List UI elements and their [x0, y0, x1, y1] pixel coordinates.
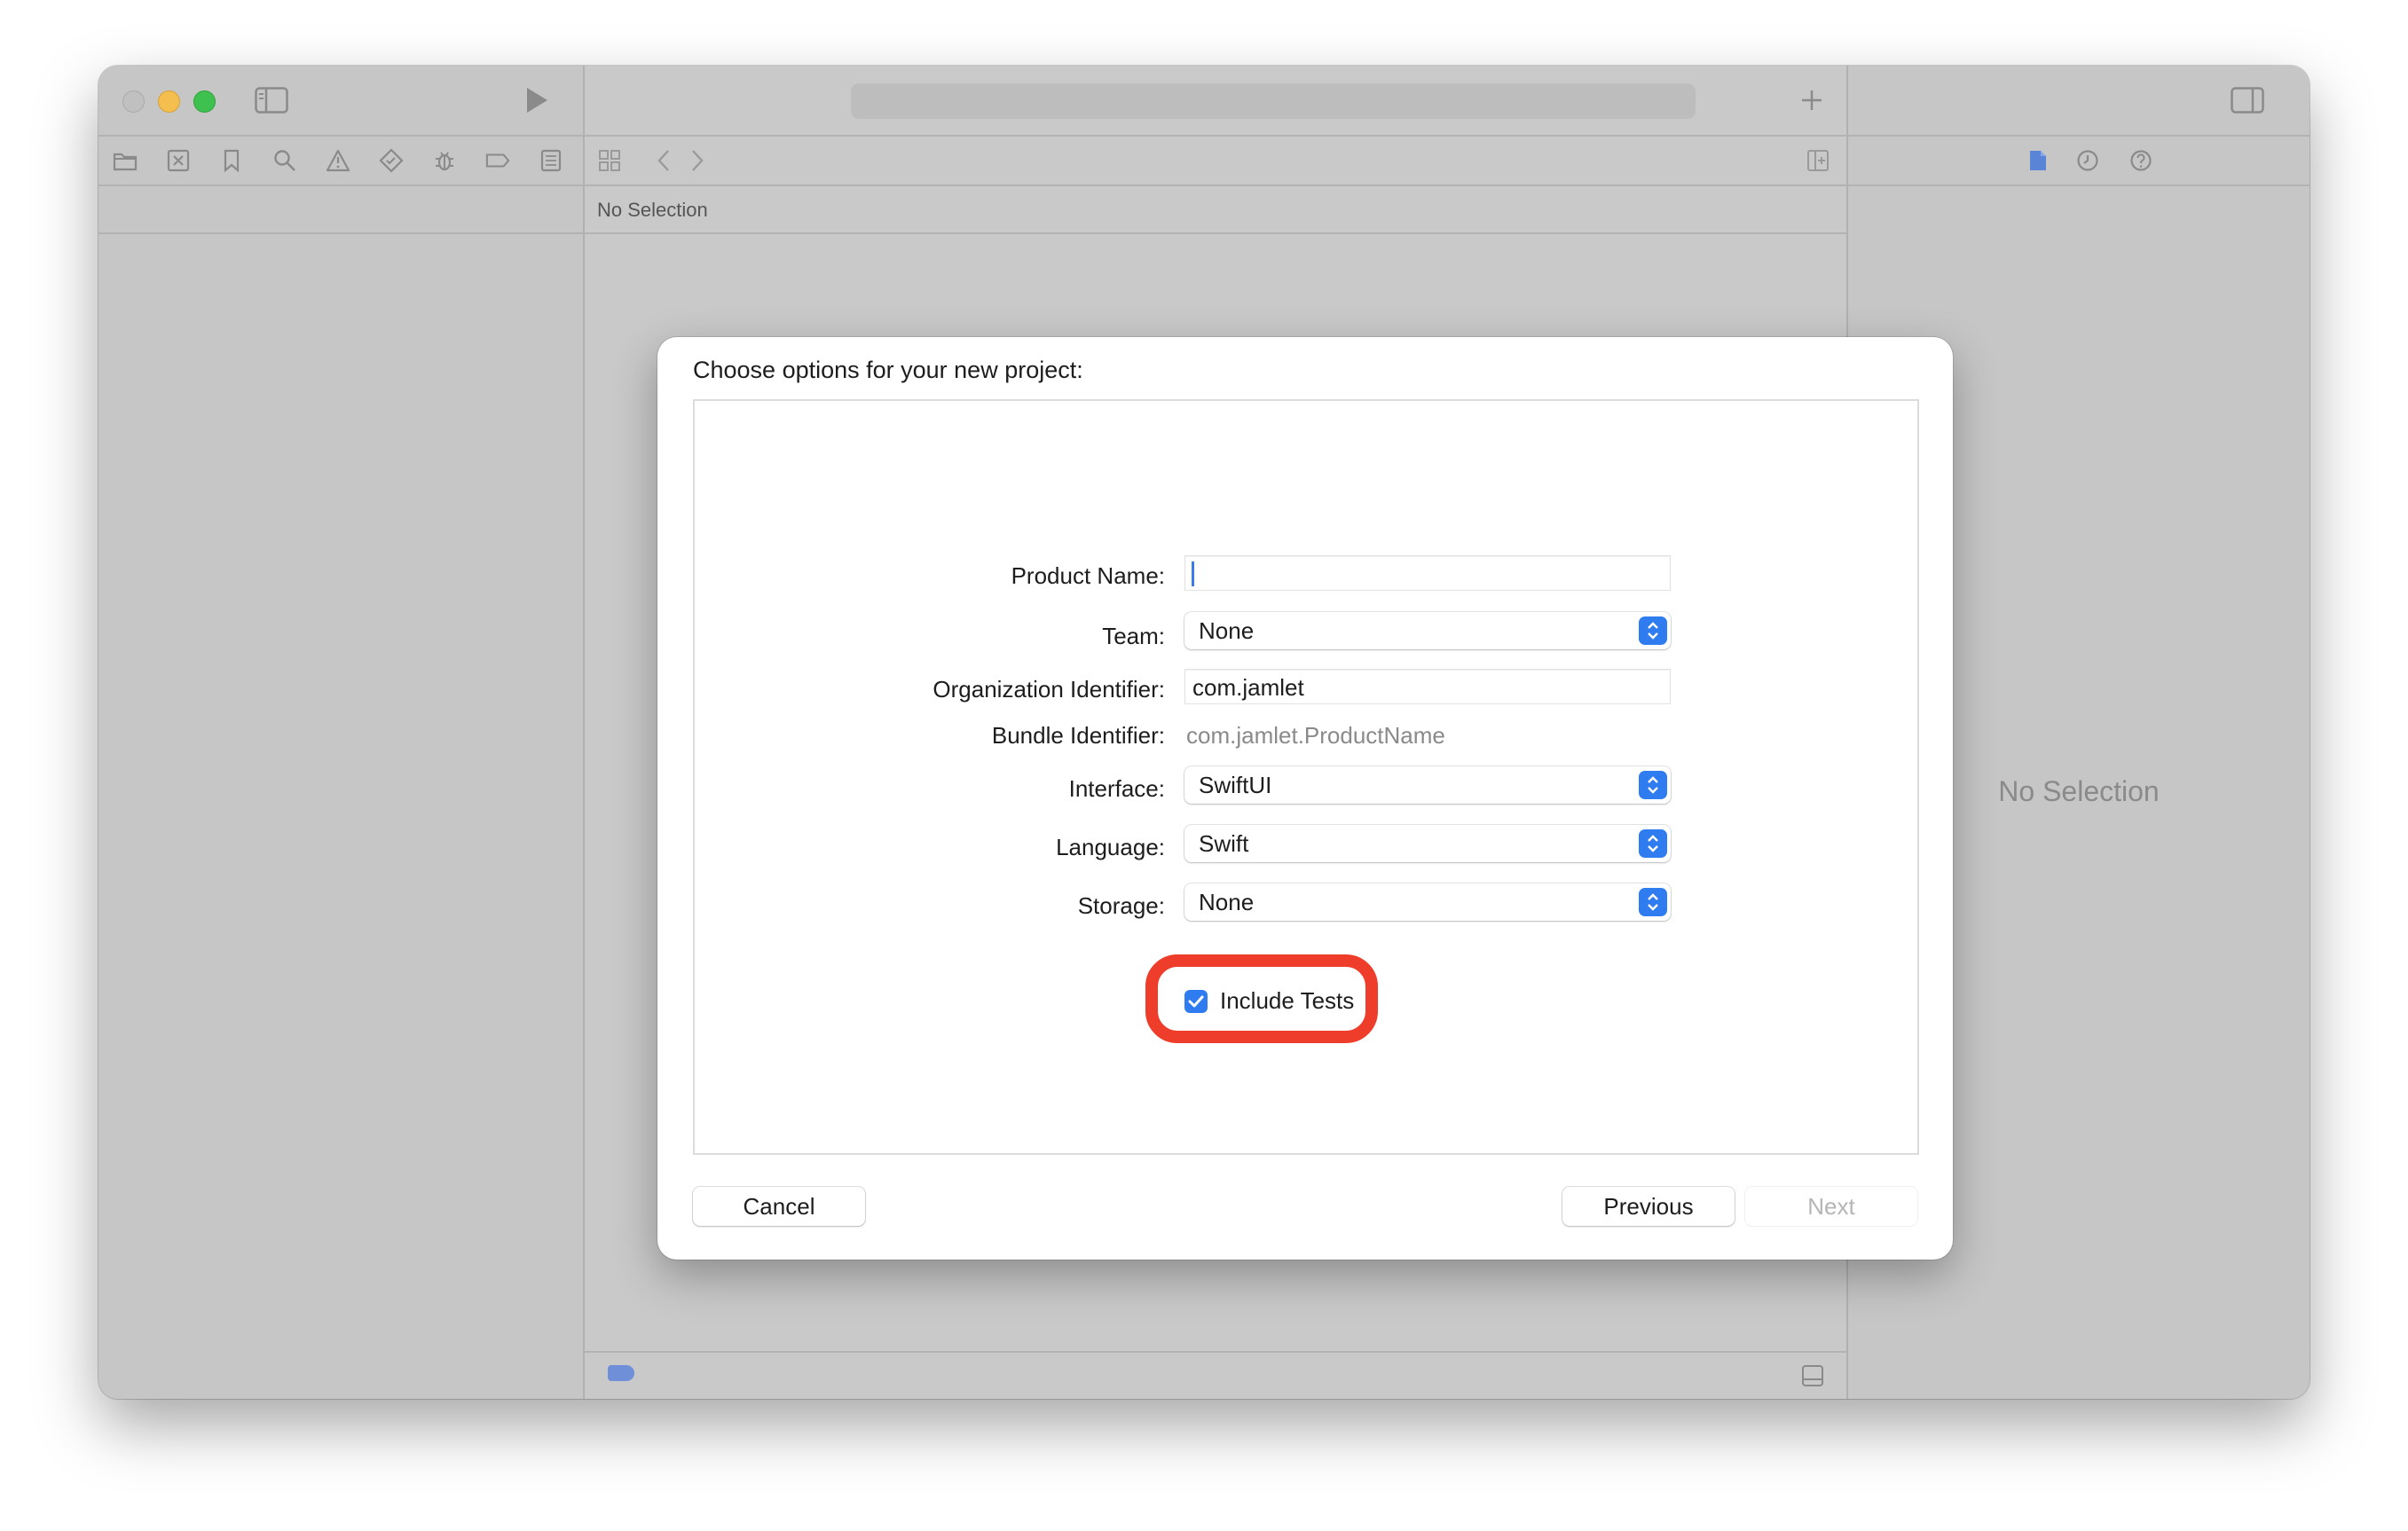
navigator-toolbar [98, 137, 583, 186]
next-button[interactable]: Next [1745, 1187, 1917, 1226]
minimize-button[interactable] [158, 90, 180, 113]
storage-label: Storage: [1077, 892, 1165, 919]
warning-icon[interactable] [326, 148, 350, 173]
debug-icon[interactable] [432, 148, 457, 173]
chevron-up-down-icon [1639, 888, 1667, 916]
team-popup[interactable]: None [1184, 612, 1671, 649]
close-button[interactable] [122, 90, 145, 113]
source-control-icon[interactable] [166, 148, 191, 173]
text-caret [1192, 561, 1194, 586]
team-value: None [1199, 617, 1255, 644]
inspector-titlebar [1848, 66, 2310, 137]
navigator-pane [98, 66, 585, 1399]
chevron-up-down-icon [1639, 829, 1667, 858]
product-name-row: Product Name: [695, 555, 1917, 594]
inspector-toolbar [1848, 137, 2310, 186]
history-icon[interactable] [2075, 148, 2100, 173]
organization-identifier-row: Organization Identifier: com.jamlet [695, 669, 1917, 708]
language-label: Language: [1056, 834, 1165, 860]
xcode-window: No Selection No Selection Choose options… [98, 66, 2310, 1399]
debug-area-toggle-icon[interactable] [1800, 1363, 1825, 1388]
jump-bar-text: No Selection [597, 199, 708, 221]
zoom-button[interactable] [193, 90, 216, 113]
editor-titlebar [585, 66, 1846, 137]
options-form: Product Name: Team: None Organization Id… [693, 399, 1919, 1155]
language-value: Swift [1199, 830, 1249, 857]
breakpoint-icon[interactable] [485, 148, 510, 173]
interface-label: Interface: [1068, 775, 1165, 802]
editor-toolbar [585, 137, 1846, 186]
chevron-left-icon[interactable] [654, 148, 673, 173]
sidebar-toggle-icon[interactable] [255, 87, 288, 114]
run-icon[interactable] [523, 85, 551, 115]
previous-button[interactable]: Previous [1562, 1187, 1735, 1226]
new-project-options-sheet: Choose options for your new project: Pro… [657, 337, 1953, 1260]
team-row: Team: None [695, 612, 1917, 651]
activity-view [851, 83, 1696, 119]
navigator-filter-bar [98, 186, 583, 234]
file-icon[interactable] [2026, 148, 2050, 173]
debug-bar [585, 1351, 1846, 1399]
checkmark-icon[interactable] [1184, 990, 1208, 1013]
include-tests-label: Include Tests [1220, 987, 1355, 1014]
bundle-identifier-label: Bundle Identifier: [991, 722, 1165, 749]
interface-popup[interactable]: SwiftUI [1184, 766, 1671, 804]
product-name-label: Product Name: [1011, 562, 1165, 589]
team-label: Team: [1102, 623, 1165, 649]
storage-value: None [1199, 889, 1255, 915]
report-icon[interactable] [539, 148, 563, 173]
language-popup[interactable]: Swift [1184, 825, 1671, 862]
grid-icon[interactable] [597, 148, 622, 173]
sheet-title: Choose options for your new project: [693, 357, 1083, 383]
inspector-toggle-icon[interactable] [2230, 87, 2265, 114]
search-icon[interactable] [272, 148, 297, 173]
organization-identifier-label: Organization Identifier: [933, 676, 1165, 703]
interface-row: Interface: SwiftUI [695, 766, 1917, 805]
navigator-titlebar [98, 66, 583, 137]
language-row: Language: Swift [695, 825, 1917, 864]
jump-bar: No Selection [585, 186, 1846, 234]
plus-icon[interactable] [1797, 85, 1827, 115]
add-editor-icon[interactable] [1806, 148, 1830, 173]
test-icon[interactable] [379, 148, 404, 173]
organization-identifier-input[interactable]: com.jamlet [1184, 669, 1671, 704]
storage-row: Storage: None [695, 883, 1917, 923]
include-tests-checkbox[interactable]: Include Tests [1184, 985, 1451, 1020]
chevron-up-down-icon [1639, 616, 1667, 645]
chevron-up-down-icon [1639, 771, 1667, 799]
breakpoint-tag-icon[interactable] [608, 1365, 634, 1381]
help-icon[interactable] [2129, 148, 2153, 173]
cancel-button[interactable]: Cancel [693, 1187, 865, 1226]
chevron-right-icon[interactable] [688, 148, 707, 173]
bookmark-icon[interactable] [219, 148, 244, 173]
folder-icon[interactable] [113, 148, 138, 173]
product-name-input[interactable] [1184, 555, 1671, 591]
storage-popup[interactable]: None [1184, 883, 1671, 921]
bundle-identifier-row: Bundle Identifier: com.jamlet.ProductNam… [695, 717, 1917, 756]
bundle-identifier-value: com.jamlet.ProductName [1186, 722, 1445, 749]
interface-value: SwiftUI [1199, 772, 1272, 798]
